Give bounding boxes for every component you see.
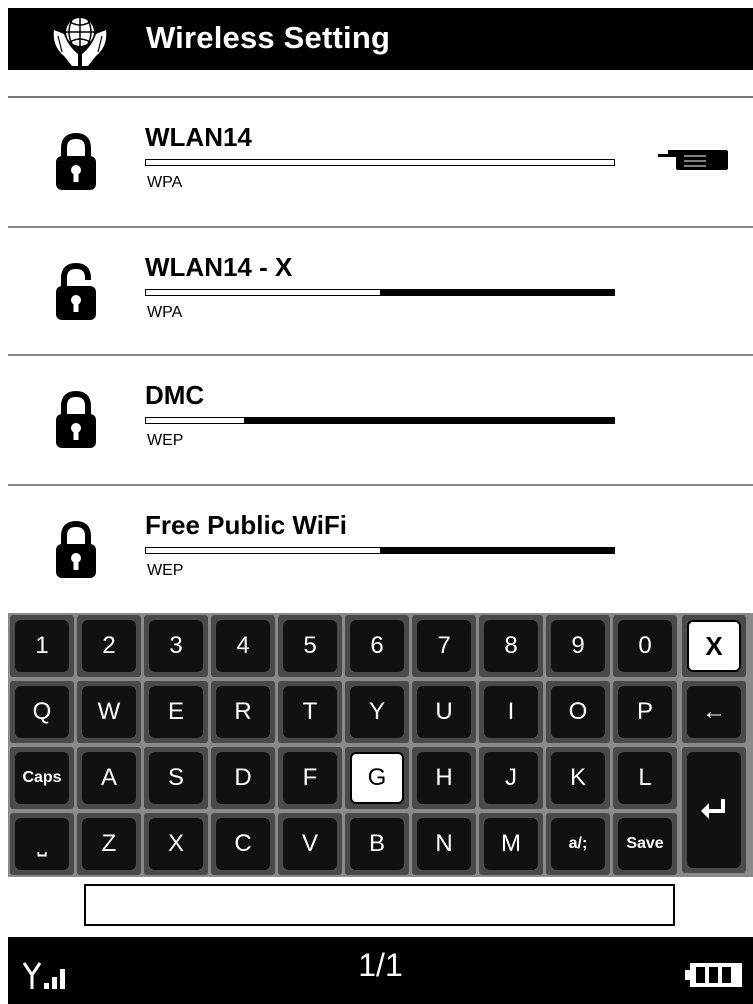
input-area: [8, 877, 753, 937]
network-item[interactable]: Free Public WiFi WEP: [8, 486, 753, 616]
security-type: WEP: [147, 432, 184, 449]
key-4[interactable]: 4: [211, 615, 275, 677]
symbols-key[interactable]: a/;: [546, 813, 610, 875]
page-title: Wireless Setting: [146, 20, 391, 55]
unlocked-icon: [56, 262, 96, 320]
key-m[interactable]: M: [479, 813, 543, 875]
signal-strength-bar: [145, 417, 615, 424]
key-b[interactable]: B: [345, 813, 409, 875]
signal-strength-fill: [380, 548, 614, 553]
key-p[interactable]: P: [613, 681, 677, 743]
signal-strength-bar: [145, 547, 615, 554]
signal-strength-bar: [145, 289, 615, 296]
signal-strength-fill: [244, 418, 614, 423]
close-keyboard-button[interactable]: X: [682, 615, 746, 677]
battery-icon: [685, 963, 742, 987]
space-key[interactable]: ⎵: [10, 813, 74, 875]
lock-icon: [56, 132, 96, 190]
security-type: WPA: [147, 174, 183, 191]
signal-strength-fill: [380, 290, 614, 295]
key-q[interactable]: Q: [10, 681, 74, 743]
enter-key[interactable]: [682, 747, 746, 873]
caps-key[interactable]: Caps: [10, 747, 74, 809]
network-name: WLAN14 - X: [145, 252, 293, 282]
wireless-setting-screen: Wireless Setting WLAN14 WPA WLAN14 - X W…: [8, 8, 753, 1004]
security-type: WEP: [147, 562, 184, 579]
lock-icon: [56, 520, 96, 578]
status-bar: 1/1: [8, 937, 753, 1004]
key-w[interactable]: W: [77, 681, 141, 743]
key-h[interactable]: H: [412, 747, 476, 809]
signal-strength-bar: [145, 159, 615, 166]
key-y[interactable]: Y: [345, 681, 409, 743]
network-name: DMC: [145, 380, 205, 410]
key-k[interactable]: K: [546, 747, 610, 809]
key-x[interactable]: X: [144, 813, 208, 875]
key-i[interactable]: I: [479, 681, 543, 743]
lock-icon: [56, 390, 96, 448]
key-j[interactable]: J: [479, 747, 543, 809]
text-input[interactable]: [84, 884, 675, 926]
network-item[interactable]: WLAN14 - X WPA: [8, 228, 753, 358]
key-2[interactable]: 2: [77, 615, 141, 677]
key-7[interactable]: 7: [412, 615, 476, 677]
backspace-key[interactable]: ←: [682, 681, 746, 743]
key-t[interactable]: T: [278, 681, 342, 743]
network-name: WLAN14: [145, 122, 252, 152]
save-button[interactable]: Save: [613, 813, 677, 875]
on-screen-keyboard: 1 2 3 4 5 6 7 8 9 0 X Q W E R T Y U I O …: [8, 613, 753, 877]
key-v[interactable]: V: [278, 813, 342, 875]
key-e[interactable]: E: [144, 681, 208, 743]
network-item[interactable]: WLAN14 WPA: [8, 98, 753, 228]
key-6[interactable]: 6: [345, 615, 409, 677]
security-type: WPA: [147, 304, 183, 321]
key-s[interactable]: S: [144, 747, 208, 809]
key-g[interactable]: G: [345, 747, 409, 809]
key-1[interactable]: 1: [10, 615, 74, 677]
key-l[interactable]: L: [613, 747, 677, 809]
key-z[interactable]: Z: [77, 813, 141, 875]
key-a[interactable]: A: [77, 747, 141, 809]
key-r[interactable]: R: [211, 681, 275, 743]
key-c[interactable]: C: [211, 813, 275, 875]
pointing-hand-icon: [658, 150, 728, 170]
key-5[interactable]: 5: [278, 615, 342, 677]
key-9[interactable]: 9: [546, 615, 610, 677]
globe-in-hands-icon: [53, 18, 107, 66]
enter-icon: [701, 799, 725, 819]
network-name: Free Public WiFi: [145, 510, 348, 540]
page-indicator: 1/1: [358, 947, 403, 983]
header-bar: Wireless Setting: [8, 8, 753, 70]
network-item[interactable]: DMC WEP: [8, 356, 753, 486]
key-o[interactable]: O: [546, 681, 610, 743]
key-n[interactable]: N: [412, 813, 476, 875]
key-3[interactable]: 3: [144, 615, 208, 677]
key-8[interactable]: 8: [479, 615, 543, 677]
key-u[interactable]: U: [412, 681, 476, 743]
key-d[interactable]: D: [211, 747, 275, 809]
key-0[interactable]: 0: [613, 615, 677, 677]
key-f[interactable]: F: [278, 747, 342, 809]
